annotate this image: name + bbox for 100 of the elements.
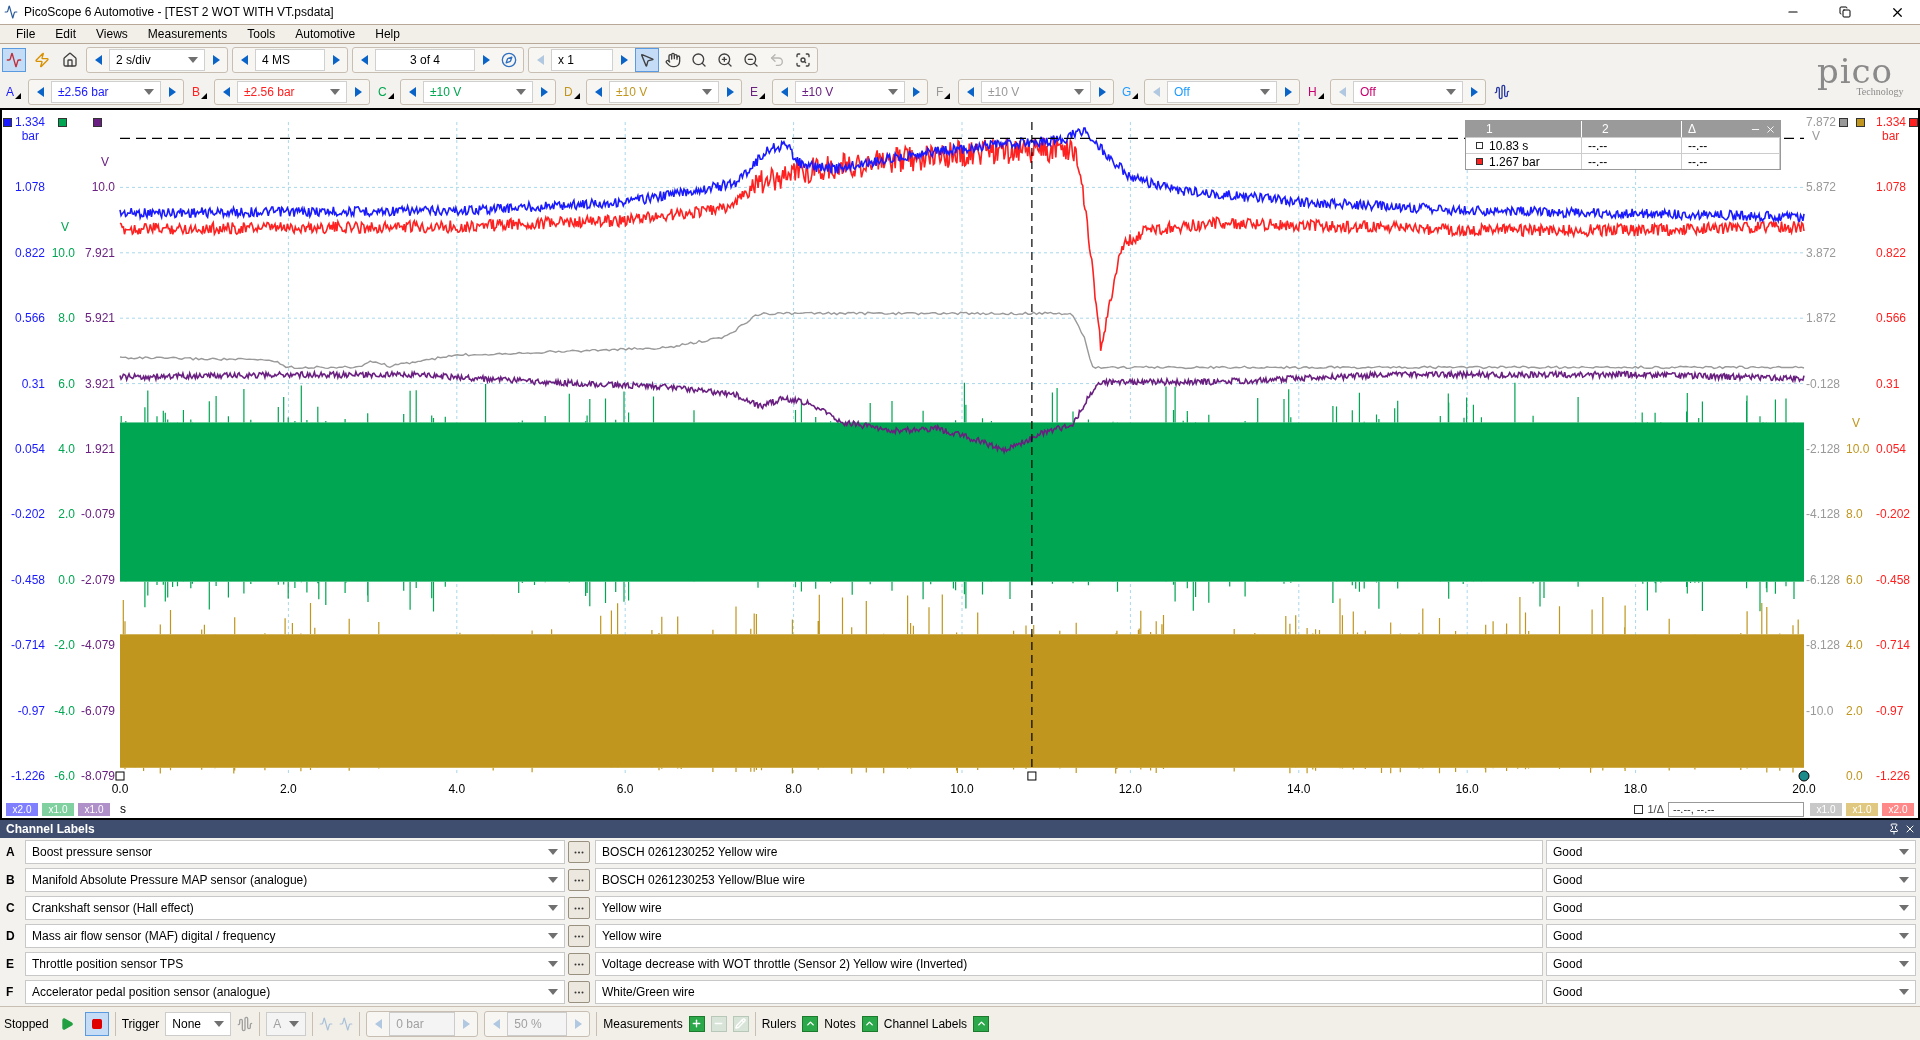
panel-title: Channel Labels (6, 822, 95, 836)
menu-item[interactable]: Tools (239, 27, 284, 41)
axis-tick-label: -8.128 (1806, 638, 1841, 653)
ruler-handle[interactable] (115, 771, 125, 781)
axis-tick-label: 10.0 (1846, 441, 1870, 456)
hand-icon (665, 52, 681, 68)
more-button[interactable] (568, 841, 590, 863)
toggle-button[interactable] (802, 1015, 819, 1032)
menu-item[interactable]: File (8, 27, 44, 41)
up-icon (864, 1018, 876, 1029)
ruler-handle[interactable] (1027, 771, 1037, 781)
app-icon (4, 5, 18, 19)
waveform-button[interactable] (2, 48, 26, 72)
zoom-factor-field[interactable]: x 1 (551, 49, 613, 71)
status-dropdown[interactable]: Good (1546, 840, 1916, 864)
menu-item[interactable]: Help (367, 27, 408, 41)
sensor-dropdown[interactable]: Boost pressure sensor (25, 840, 565, 864)
more-button[interactable] (568, 897, 590, 919)
axis-tick-label: 0.054 (1876, 441, 1907, 456)
right-arrow-icon (332, 55, 340, 65)
sensor-dropdown[interactable]: Crankshaft sensor (Hall effect) (25, 896, 565, 920)
add-icon (691, 1018, 703, 1029)
notes-field[interactable]: Yellow wire (595, 896, 1543, 920)
channel-letter[interactable]: E (746, 85, 768, 99)
table-cell: --.-- (1582, 154, 1682, 169)
sensor-dropdown[interactable]: Mass air flow sensor (MAF) digital / frequency (25, 924, 565, 948)
caret-icon (1899, 961, 1909, 967)
channel-letter: A (5, 845, 16, 859)
left-arrow-icon (360, 55, 368, 65)
ruler-handle[interactable] (1798, 770, 1810, 782)
menu-item[interactable]: Measurements (139, 27, 236, 41)
axis-tick-label: -2.0 (54, 638, 75, 653)
trigger-dropdown[interactable]: None (165, 1011, 232, 1036)
axis-tick-label: 18.0 (1622, 782, 1649, 798)
axis-unit: s (120, 802, 126, 816)
toggle-button[interactable] (861, 1015, 878, 1032)
toggle-button[interactable] (973, 1015, 990, 1032)
corner-icon (944, 93, 951, 99)
axis-tick-label: 2.0 (58, 507, 75, 522)
menu-item[interactable]: Automotive (287, 27, 364, 41)
notes-field[interactable]: White/Green wire (595, 980, 1543, 1004)
status-dropdown[interactable]: Good (1546, 896, 1916, 920)
sensor-dropdown[interactable]: Manifold Absolute Pressure MAP sensor (analogue) (25, 868, 565, 892)
left-arrow-icon (240, 55, 248, 65)
status-dropdown[interactable]: Good (1546, 868, 1916, 892)
more-button[interactable] (568, 869, 590, 891)
lightning-icon (34, 52, 50, 68)
range-dropdown[interactable]: ±2.56 bar (237, 81, 347, 103)
pin-icon[interactable] (1888, 823, 1900, 835)
axis-tick-label: 0.566 (14, 311, 45, 326)
add-button[interactable] (688, 1015, 705, 1032)
notes-field[interactable]: BOSCH 0261230252 Yellow wire (595, 840, 1543, 864)
range-dropdown[interactable]: ±2.56 bar (51, 81, 161, 103)
axis-tick-label: 10.0 (91, 180, 115, 195)
notes-field[interactable]: Yellow wire (595, 924, 1543, 948)
axis-tick-label: 6.0 (58, 376, 75, 391)
close-icon[interactable] (1904, 823, 1916, 835)
channel-letter: D (5, 929, 16, 943)
notes-field[interactable]: Voltage decrease with WOT throttle (Sensor 2) Yellow wire (Inverted) (595, 952, 1543, 976)
caret-icon (548, 849, 558, 855)
channel-letter[interactable]: A (2, 85, 24, 99)
menu-item[interactable]: Edit (47, 27, 85, 41)
menu-item[interactable]: Views (88, 27, 136, 41)
axis-tick-label: -0.079 (80, 507, 115, 522)
timebase-dropdown[interactable]: 2 s/div (109, 49, 205, 71)
status-dropdown[interactable]: Good (1546, 952, 1916, 976)
status-dropdown[interactable]: Good (1546, 980, 1916, 1004)
axis-unit: V (1851, 416, 1861, 431)
stop-button[interactable] (84, 1011, 109, 1036)
right-arrow-icon (1098, 87, 1106, 97)
right-arrow-icon (1470, 87, 1478, 97)
status-dropdown[interactable]: Good (1546, 924, 1916, 948)
notes-field[interactable]: BOSCH 0261230253 Yellow/Blue wire (595, 868, 1543, 892)
right-arrow-icon (168, 87, 176, 97)
axis-tick-label: 4.0 (58, 441, 75, 456)
more-button[interactable] (568, 925, 590, 947)
axis-tick-label: -4.0 (54, 703, 75, 718)
channel-letter[interactable]: H (1304, 85, 1326, 99)
axis-tick-label: 7.921 (84, 245, 115, 260)
sensor-dropdown[interactable]: Throttle position sensor TPS (25, 952, 565, 976)
axis-tick-label: -0.202 (1876, 507, 1911, 522)
left-arrow-icon (1152, 87, 1160, 97)
more-button[interactable] (568, 981, 590, 1003)
range-dropdown[interactable]: ±10 V (795, 81, 905, 103)
range-dropdown[interactable]: Off (1353, 81, 1463, 103)
buffer-field[interactable]: 3 of 4 (375, 49, 475, 71)
axis-tick-label: -4.128 (1806, 507, 1841, 522)
caret-icon (214, 1020, 225, 1027)
axis-tick-label: -2.079 (80, 572, 115, 587)
samples-field[interactable]: 4 MS (255, 49, 325, 71)
pointer-button[interactable] (635, 48, 659, 72)
axis-tick-label: 1.334 (14, 115, 45, 129)
caret-icon (516, 89, 526, 95)
axis-tick-label: 20.0 (1791, 782, 1817, 798)
corner-icon (201, 93, 207, 99)
more-button[interactable] (568, 953, 590, 975)
corner-icon (759, 93, 765, 99)
left-arrow-icon (222, 87, 230, 97)
sensor-dropdown[interactable]: Accelerator pedal position sensor (analogue) (25, 980, 565, 1004)
caret-icon (1074, 89, 1084, 95)
